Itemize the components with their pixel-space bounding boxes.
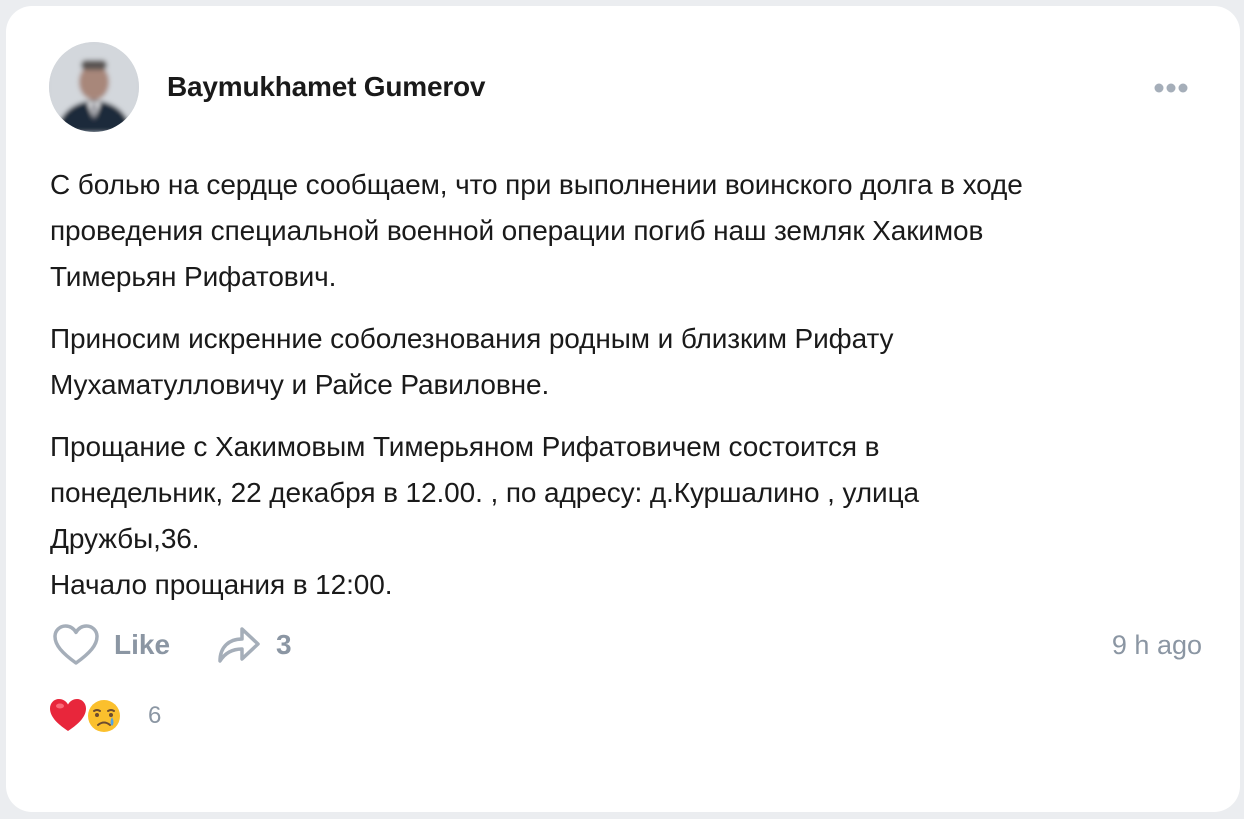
author-name[interactable]: Baymukhamet Gumerov <box>167 70 486 104</box>
avatar-photo <box>49 42 139 132</box>
post-text: С болью на сердце сообщаем, что при выпо… <box>50 162 1200 624</box>
more-horizontal-icon <box>1154 83 1188 93</box>
post-timestamp[interactable]: 9 h ago <box>1112 630 1202 661</box>
post-line: Мухаматулловичу и Райсе Равиловне. <box>50 369 550 400</box>
like-button[interactable]: Like <box>52 620 170 670</box>
heart-outline-icon <box>53 624 99 665</box>
reactions-count: 6 <box>148 702 162 729</box>
post-card: Baymukhamet Gumerov С болью на сердце со… <box>6 6 1240 812</box>
more-options-button[interactable] <box>1146 74 1196 102</box>
post-line: проведения специальной военной операции … <box>50 215 984 246</box>
post-line: Тимерьян Рифатович. <box>50 261 337 292</box>
reaction-icons <box>50 698 122 734</box>
share-count: 3 <box>276 629 292 660</box>
like-label: Like <box>114 629 171 660</box>
avatar[interactable] <box>49 42 139 132</box>
post-actions: Like 3 9 h ago <box>52 620 1202 670</box>
red-heart-emoji-icon <box>50 699 86 731</box>
post-line: Начало прощания в 12:00. <box>50 569 393 600</box>
reactions-summary[interactable]: 6 <box>48 696 161 736</box>
post-line: С болью на сердце сообщаем, что при выпо… <box>50 169 1023 200</box>
post-line: Прощание с Хакимовым Тимерьяном Рифатови… <box>50 431 880 462</box>
share-arrow-icon <box>218 627 260 663</box>
post-line: понедельник, 22 декабря в 12.00. , по ад… <box>50 477 919 508</box>
crying-face-emoji-icon <box>86 698 122 734</box>
post-paragraph: С болью на сердце сообщаем, что при выпо… <box>50 162 1200 300</box>
share-button[interactable]: 3 <box>214 620 292 670</box>
post-paragraph: Приносим искренние соболезнования родным… <box>50 316 1200 408</box>
post-line: Приносим искренние соболезнования родным… <box>50 323 894 354</box>
post-line: Дружбы,36. <box>50 523 200 554</box>
post-paragraph: Прощание с Хакимовым Тимерьяном Рифатови… <box>50 424 1200 608</box>
